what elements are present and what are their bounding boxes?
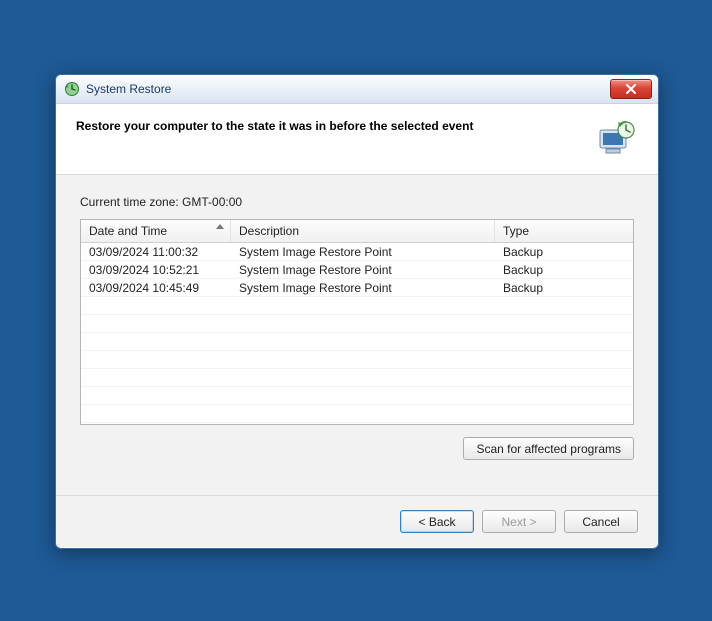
cell-datetime: 03/09/2024 11:00:32 <box>81 245 231 259</box>
cell-description: System Image Restore Point <box>231 281 495 295</box>
wizard-footer: < Back Next > Cancel <box>56 495 658 547</box>
system-restore-dialog: System Restore Restore your computer to … <box>55 74 659 549</box>
column-header-description-label: Description <box>239 224 299 238</box>
restore-hero-icon <box>594 118 638 158</box>
table-body: 03/09/2024 11:00:32 System Image Restore… <box>81 243 633 425</box>
timezone-label: Current time zone: GMT-00:00 <box>80 195 634 209</box>
cell-description: System Image Restore Point <box>231 263 495 277</box>
table-row[interactable]: 03/09/2024 11:00:32 System Image Restore… <box>81 243 633 261</box>
sort-indicator-icon <box>216 224 224 229</box>
column-header-type-label: Type <box>503 224 529 238</box>
system-restore-icon <box>64 81 80 97</box>
scan-affected-button[interactable]: Scan for affected programs <box>463 437 634 460</box>
back-button[interactable]: < Back <box>400 510 474 533</box>
table-row[interactable]: 03/09/2024 10:45:49 System Image Restore… <box>81 279 633 297</box>
column-header-datetime-label: Date and Time <box>89 224 167 238</box>
cell-type: Backup <box>495 281 633 295</box>
cell-type: Backup <box>495 245 633 259</box>
close-icon <box>625 84 637 94</box>
next-button[interactable]: Next > <box>482 510 556 533</box>
column-header-description[interactable]: Description <box>231 220 495 242</box>
table-row[interactable]: 03/09/2024 10:52:21 System Image Restore… <box>81 261 633 279</box>
cell-datetime: 03/09/2024 10:45:49 <box>81 281 231 295</box>
scan-row: Scan for affected programs <box>80 437 634 460</box>
cancel-button[interactable]: Cancel <box>564 510 638 533</box>
window-title: System Restore <box>86 82 171 96</box>
close-button[interactable] <box>610 79 652 99</box>
cell-description: System Image Restore Point <box>231 245 495 259</box>
column-header-datetime[interactable]: Date and Time <box>81 220 231 242</box>
cell-datetime: 03/09/2024 10:52:21 <box>81 263 231 277</box>
cell-type: Backup <box>495 263 633 277</box>
wizard-header: Restore your computer to the state it wa… <box>56 104 658 175</box>
table-header: Date and Time Description Type <box>81 220 633 243</box>
wizard-body: Current time zone: GMT-00:00 Date and Ti… <box>56 175 658 495</box>
page-heading: Restore your computer to the state it wa… <box>76 118 473 135</box>
column-header-type[interactable]: Type <box>495 220 633 242</box>
titlebar[interactable]: System Restore <box>56 75 658 104</box>
restore-points-table[interactable]: Date and Time Description Type 03/09/202… <box>80 219 634 425</box>
